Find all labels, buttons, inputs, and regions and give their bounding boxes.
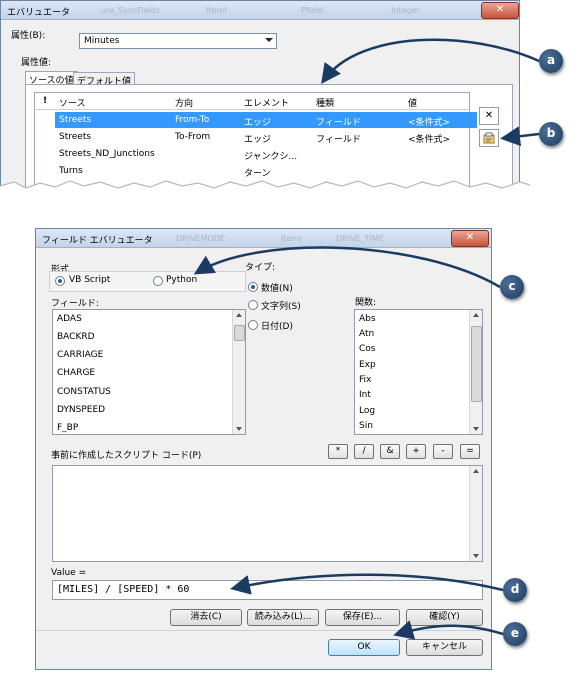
- callout-d-arrow: [230, 573, 504, 595]
- callout-b-badge: b: [539, 122, 563, 146]
- callout-c-arrow: [193, 246, 501, 289]
- callout-d-badge: d: [503, 578, 527, 602]
- callout-e-badge: e: [503, 622, 527, 646]
- callout-arrows: [193, 38, 540, 640]
- callout-b-arrow: [500, 126, 540, 147]
- callout-c-badge: c: [500, 275, 524, 299]
- callout-a-arrow: [321, 38, 540, 85]
- callout-a-badge: a: [539, 49, 563, 73]
- callout-e-arrow: [393, 620, 504, 640]
